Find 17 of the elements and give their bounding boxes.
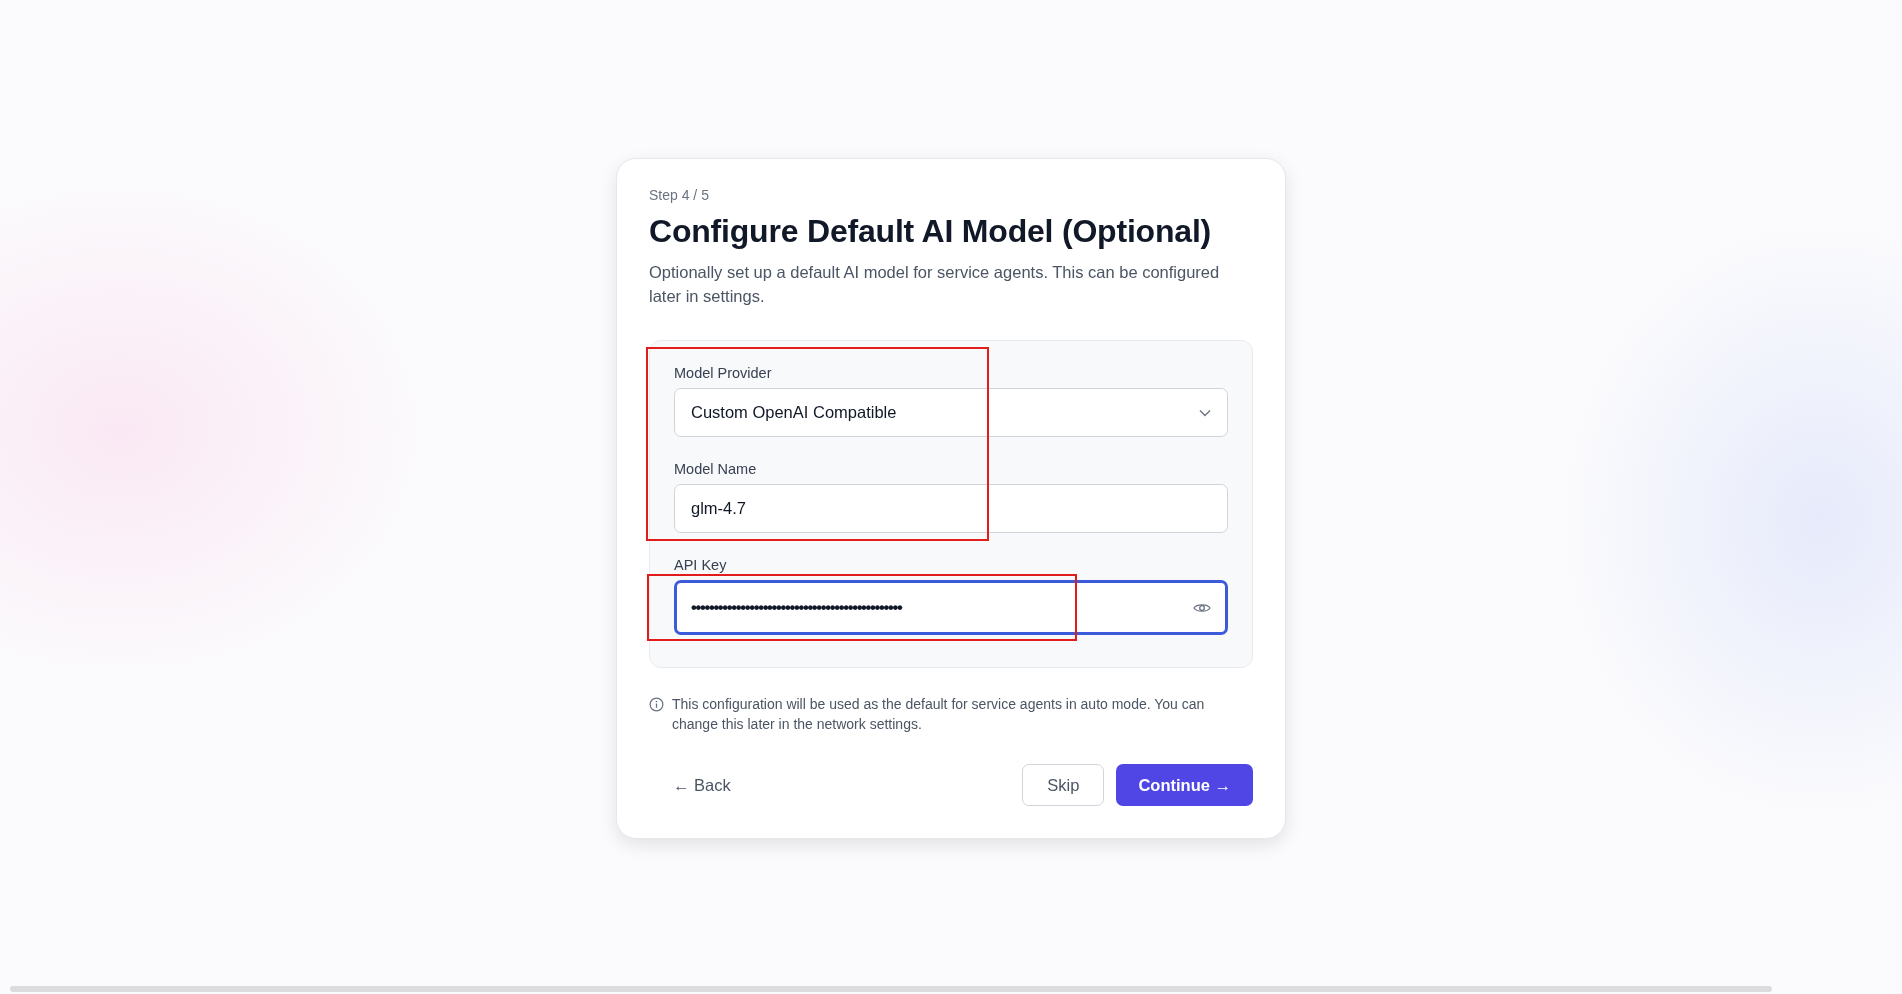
skip-button[interactable]: Skip (1022, 764, 1105, 806)
description: Optionally set up a default AI model for service agents. This can be configured later in settings. (649, 262, 1221, 307)
eye-icon[interactable] (1193, 601, 1211, 614)
field-label: API Key (674, 557, 728, 573)
back-link[interactable]: ← Back (649, 767, 755, 803)
page-title: Configure Default AI Model (Optional) (649, 213, 1213, 250)
continue-button[interactable]: Continue → (1116, 764, 1253, 806)
step-indicator: Step 4 / 5 (649, 187, 710, 203)
provider-select[interactable]: Custom OpenAI Compatible (674, 388, 1228, 437)
chevron-down-icon (1199, 408, 1211, 417)
password-field[interactable]: ••••••••••••••••••••••••••••••••••••••••••••••• (674, 580, 1228, 635)
info-icon (649, 697, 664, 712)
field-label: Model Provider (674, 365, 773, 381)
field-label: Model Name (674, 461, 758, 477)
info-note: This configuration will be used as the default for service agents in auto mode. You can change this later in the network settings. (672, 695, 1206, 734)
scrollbar[interactable] (10, 986, 1772, 992)
input-field[interactable]: glm-4.7 (674, 484, 1228, 533)
